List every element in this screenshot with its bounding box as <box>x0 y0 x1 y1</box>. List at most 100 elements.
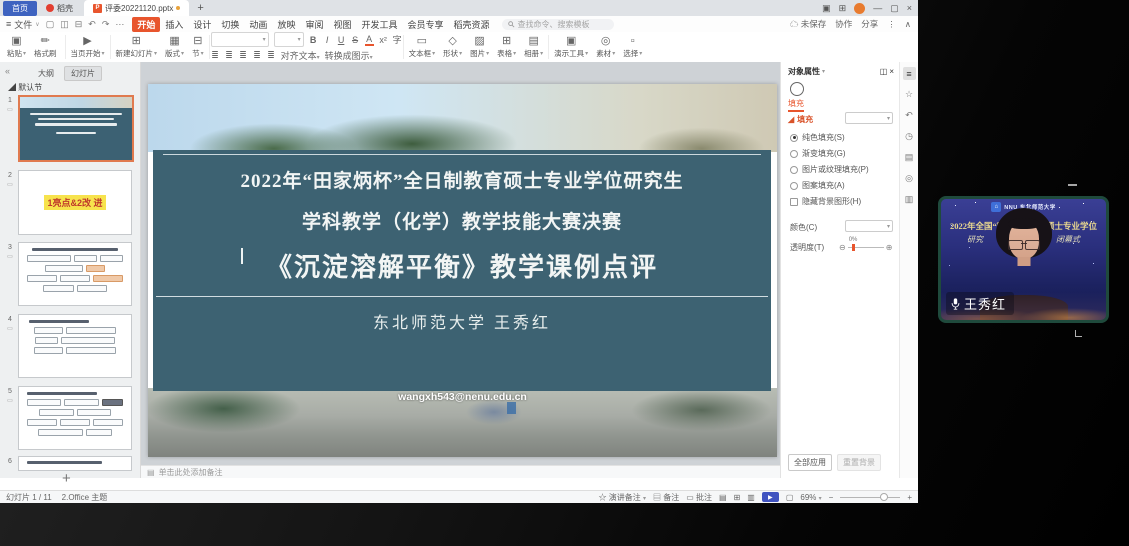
strike-button[interactable]: S <box>351 35 360 45</box>
view-reading-icon[interactable]: ▥ <box>747 493 755 502</box>
user-avatar[interactable] <box>854 3 865 14</box>
slide-thumbnail-3[interactable] <box>18 242 132 306</box>
view-normal-icon[interactable]: ▤ <box>719 493 727 502</box>
tab-transition[interactable]: 切换 <box>216 17 244 32</box>
tab-devtools[interactable]: 开发工具 <box>356 17 402 32</box>
zoom-in-icon[interactable]: + <box>907 493 912 502</box>
panel-close-icon[interactable]: × <box>889 67 894 76</box>
export-icon[interactable]: ◫ <box>60 19 69 30</box>
section-header[interactable]: ◢ 默认节 <box>8 82 42 93</box>
layout-switch-icon[interactable]: ▣ <box>822 3 831 14</box>
section-button[interactable]: ⊟ 节▾ <box>188 32 208 62</box>
panel-caret-icon[interactable]: ▾ <box>822 68 825 75</box>
slide-title-line1[interactable]: 2022年“田家炳杯”全日制教育硕士专业学位研究生 <box>153 166 771 193</box>
tab-review[interactable]: 审阅 <box>300 17 328 32</box>
tab-outline[interactable]: 大纲 <box>38 68 54 79</box>
format-painter-button[interactable]: ✏ 格式刷 <box>30 33 61 61</box>
slide-title-line3[interactable]: 《沉淀溶解平衡》教学课例点评 <box>153 247 771 284</box>
new-tab-button[interactable]: + <box>197 2 203 14</box>
view-sorter-icon[interactable]: ⊞ <box>734 493 741 502</box>
home-tab[interactable]: 首页 <box>3 1 37 16</box>
slide-email[interactable]: wangxh543@nenu.edu.cn <box>148 391 777 403</box>
tab-design[interactable]: 设计 <box>188 17 216 32</box>
superscript-button[interactable]: x² <box>379 35 388 45</box>
title-block[interactable]: 2022年“田家炳杯”全日制教育硕士专业学位研究生 学科教学（化学）教学技能大赛… <box>153 150 771 391</box>
fill-tab[interactable]: 填充 <box>788 98 804 112</box>
reset-background-button[interactable]: 重置背景 <box>837 454 881 471</box>
theme-name[interactable]: 2.Office 主题 <box>62 492 108 503</box>
align-center-icon[interactable]: ≣ <box>253 50 262 61</box>
slide-author[interactable]: 东北师范大学 王秀红 <box>153 309 771 333</box>
table-button[interactable]: ⊞ 表格▾ <box>493 32 520 62</box>
history-icon[interactable]: ◷ <box>903 130 916 143</box>
minimize-button[interactable]: — <box>873 3 882 13</box>
bold-button[interactable]: B <box>309 35 318 45</box>
grid-view-icon[interactable]: ⊞ <box>839 3 847 14</box>
more-vertical-icon[interactable]: ⋮ <box>887 19 896 30</box>
document-tab[interactable]: P 评委20221120.pptx <box>84 0 189 16</box>
panel-pin-icon[interactable]: ◫ <box>880 67 888 76</box>
collapse-ribbon-icon[interactable]: ∧ <box>905 19 911 30</box>
play-slideshow-button[interactable]: ▶ <box>762 492 779 502</box>
effects-icon[interactable]: ☆ <box>903 88 916 101</box>
color-dropdown[interactable]: ▾ <box>845 220 893 232</box>
docer-tab[interactable]: 稻壳 <box>37 0 82 16</box>
paste-button[interactable]: ▣ 粘贴▾ <box>3 33 30 61</box>
shapes-button[interactable]: ◇ 形状▾ <box>439 32 466 62</box>
notes-button[interactable]: ▤ 备注 <box>653 492 679 503</box>
tab-docer-resources[interactable]: 稻壳资源 <box>449 17 495 32</box>
comments-button[interactable]: ▭ 批注 <box>686 492 712 503</box>
helper-icon[interactable]: ▥ <box>903 193 916 206</box>
picture-button[interactable]: ▨ 图片▾ <box>466 32 493 62</box>
video-call-window[interactable]: ⌂ NNU 东北师范大学 2022年全国“田 育硕士专业学位 研究 闭幕式 <box>938 196 1109 323</box>
zoom-out-icon[interactable]: − <box>829 493 834 502</box>
search-input[interactable]: 查找命令、搜索模板 <box>502 19 614 30</box>
radio-solid-fill[interactable]: 纯色填充(S) <box>790 132 845 143</box>
fill-section-header[interactable]: ◢ 填充 <box>788 114 813 125</box>
tab-insert[interactable]: 插入 <box>160 17 188 32</box>
collapse-panel-button[interactable]: « <box>5 66 10 76</box>
animation-icon[interactable]: ↶ <box>903 109 916 122</box>
transparency-plus-icon[interactable]: ⊕ <box>886 243 893 252</box>
present-tools-button[interactable]: ▣ 演示工具▾ <box>550 32 592 62</box>
radio-pattern-fill[interactable]: 图案填充(A) <box>790 180 845 191</box>
align-left-icon[interactable]: ≣ <box>239 50 248 61</box>
line-spacing-icon[interactable]: ≣ <box>267 50 276 61</box>
slide-thumbnail-5[interactable] <box>18 386 132 450</box>
undo-icon[interactable]: ↶ <box>88 19 96 30</box>
collab-button[interactable]: 协作 <box>835 18 852 30</box>
assets-button[interactable]: ◎ 素材▾ <box>592 32 619 62</box>
fill-preset-dropdown[interactable]: ▾ <box>845 112 893 124</box>
add-slide-button[interactable]: + <box>62 470 71 487</box>
tab-slideshow[interactable]: 放映 <box>272 17 300 32</box>
play-from-current-button[interactable]: ▶ 当页开始▾ <box>67 32 109 62</box>
radio-gradient-fill[interactable]: 渐变填充(G) <box>790 148 846 159</box>
more-icon[interactable]: ⋯ <box>115 19 124 30</box>
file-menu[interactable]: ≡ 文件 ∨ <box>0 18 46 31</box>
checkbox-hide-bg[interactable]: 隐藏背景图形(H) <box>790 196 861 207</box>
tab-home[interactable]: 开始 <box>132 17 160 32</box>
transparency-slider[interactable]: 0% <box>848 247 884 248</box>
maximize-button[interactable]: ▢ <box>890 3 899 14</box>
fit-slide-icon[interactable]: ▢ <box>786 493 794 502</box>
underline-button[interactable]: U <box>337 35 346 45</box>
print-icon[interactable]: ⊟ <box>75 19 83 30</box>
align-text-button[interactable]: 对齐文本▾ <box>281 49 320 62</box>
radio-picture-fill[interactable]: 图片或纹理填充(P) <box>790 164 869 175</box>
zoom-slider[interactable] <box>840 497 900 498</box>
layout-button[interactable]: ▦ 版式▾ <box>161 32 188 62</box>
speaker-notes-button[interactable]: ☆ 演讲备注 ▾ <box>598 492 645 503</box>
apply-all-button[interactable]: 全部应用 <box>788 454 832 471</box>
settings-icon[interactable]: ◎ <box>903 172 916 185</box>
slide-canvas[interactable]: 2022年“田家炳杯”全日制教育硕士专业学位研究生 学科教学（化学）教学技能大赛… <box>148 84 777 457</box>
numbering-icon[interactable]: ≣ <box>225 50 234 61</box>
notes-bar[interactable]: ▤ 单击此处添加备注 <box>141 465 780 478</box>
bullets-icon[interactable]: ≣ <box>211 50 220 61</box>
save-icon[interactable]: ▢ <box>46 19 55 30</box>
slide-editor[interactable]: 2022年“田家炳杯”全日制教育硕士专业学位研究生 学科教学（化学）教学技能大赛… <box>141 62 780 478</box>
char-format-button[interactable]: 字 <box>393 33 402 46</box>
font-size-select[interactable]: ▾ <box>274 32 304 47</box>
close-button[interactable]: × <box>907 3 912 13</box>
zoom-slider-handle[interactable] <box>880 493 888 501</box>
italic-button[interactable]: I <box>323 35 332 45</box>
